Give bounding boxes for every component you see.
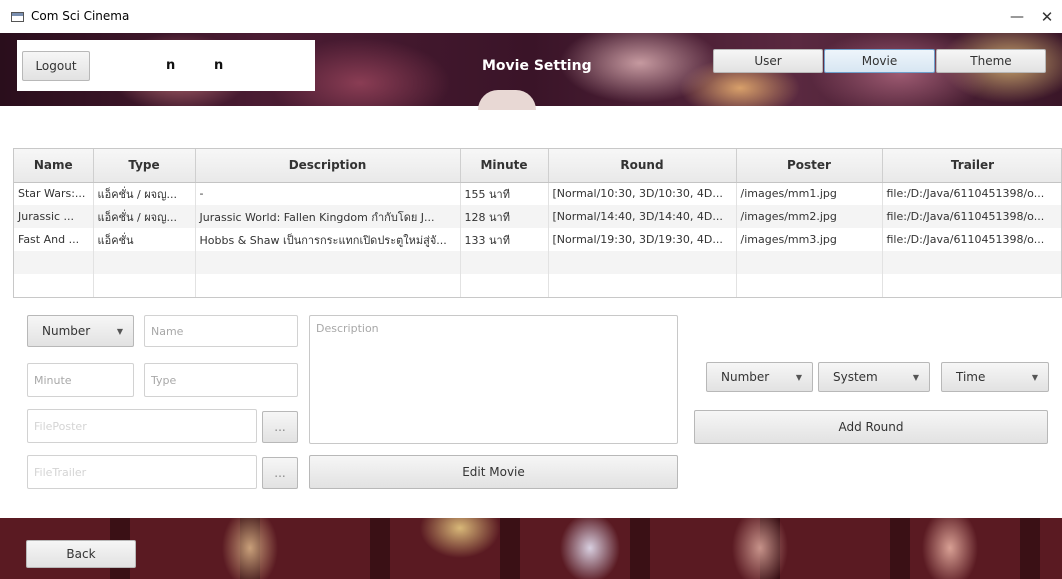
description-textarea[interactable] <box>316 322 671 437</box>
cell-round: [Normal/19:30, 3D/19:30, 4D... <box>548 228 737 251</box>
cell-name: Star Wars:... <box>14 182 94 205</box>
fileposter-field[interactable] <box>27 409 257 443</box>
minute-field[interactable] <box>27 363 134 397</box>
column-header-minute[interactable]: Minute <box>460 149 549 183</box>
cell-poster: /images/mm2.jpg <box>736 205 883 228</box>
banner-character-decoration <box>478 90 536 110</box>
column-header-name[interactable]: Name <box>14 149 94 183</box>
round-number-select[interactable]: Number ▼ <box>706 362 813 392</box>
system-select-value: System <box>833 370 878 384</box>
cell-minute: 128 นาที <box>460 205 549 228</box>
time-select-value: Time <box>956 370 986 384</box>
chevron-down-icon: ▼ <box>116 326 123 336</box>
browse-trailer-button[interactable]: ... <box>262 457 298 489</box>
column-header-description[interactable]: Description <box>195 149 461 183</box>
type-field[interactable] <box>144 363 298 397</box>
add-round-button[interactable]: Add Round <box>694 410 1048 444</box>
number-select[interactable]: Number ▼ <box>27 315 134 347</box>
filetrailer-field[interactable] <box>27 455 257 489</box>
cell-poster: /images/mm3.jpg <box>736 228 883 251</box>
page-title: Movie Setting <box>482 58 592 74</box>
cell-poster: /images/mm1.jpg <box>736 182 883 205</box>
fileposter-input[interactable] <box>34 419 250 433</box>
column-header-trailer[interactable]: Trailer <box>882 149 1061 183</box>
nav-theme-button[interactable]: Theme <box>936 49 1046 73</box>
window-title: Com Sci Cinema <box>31 9 130 23</box>
round-number-select-value: Number <box>721 370 770 384</box>
cell-type: แอ็คชั่น <box>93 228 196 251</box>
browse-poster-button[interactable]: ... <box>262 411 298 443</box>
table-row[interactable]: Jurassic ... แอ็คชั่น / ผจญ... Jurassic … <box>14 205 1061 228</box>
cell-minute: 133 นาที <box>460 228 549 251</box>
nav-user-button[interactable]: User <box>713 49 823 73</box>
cell-description: Hobbs & Shaw เป็นการกระแทกเปิดประตูใหม่ส… <box>195 228 461 251</box>
chevron-down-icon: ▼ <box>912 372 919 382</box>
table-row[interactable]: Star Wars:... แอ็คชั่น / ผจญ... - 155 นา… <box>14 182 1061 205</box>
number-select-value: Number <box>42 324 91 338</box>
minute-input[interactable] <box>34 373 127 387</box>
table-empty-row <box>14 251 1061 274</box>
movies-table[interactable]: Name Type Description Minute Round Poste… <box>13 148 1062 298</box>
table-row[interactable]: Fast And ... แอ็คชั่น Hobbs & Shaw เป็นก… <box>14 228 1061 251</box>
name-input[interactable] <box>151 324 291 338</box>
chevron-down-icon: ▼ <box>1031 372 1038 382</box>
cell-type: แอ็คชั่น / ผจญ... <box>93 205 196 228</box>
minimize-icon[interactable]: — <box>1002 6 1032 28</box>
description-field[interactable] <box>309 315 678 444</box>
user-last-name: n <box>214 58 224 73</box>
cell-minute: 155 นาที <box>460 182 549 205</box>
column-header-round[interactable]: Round <box>548 149 737 183</box>
cell-round: [Normal/14:40, 3D/14:40, 4D... <box>548 205 737 228</box>
table-empty-row <box>14 274 1061 297</box>
user-first-name: n <box>166 58 176 73</box>
cell-trailer: file:/D:/Java/6110451398/o... <box>882 205 1061 228</box>
cell-round: [Normal/10:30, 3D/10:30, 4D... <box>548 182 737 205</box>
table-header-row: Name Type Description Minute Round Poste… <box>14 149 1061 183</box>
column-header-type[interactable]: Type <box>93 149 196 183</box>
type-input[interactable] <box>151 373 291 387</box>
name-field[interactable] <box>144 315 298 347</box>
app-icon <box>11 12 24 22</box>
time-select[interactable]: Time ▼ <box>941 362 1049 392</box>
cell-type: แอ็คชั่น / ผจญ... <box>93 182 196 205</box>
footer-banner-image <box>0 518 1062 579</box>
edit-movie-button[interactable]: Edit Movie <box>309 455 678 489</box>
cell-trailer: file:/D:/Java/6110451398/o... <box>882 182 1061 205</box>
chevron-down-icon: ▼ <box>795 372 802 382</box>
back-button[interactable]: Back <box>26 540 136 568</box>
cell-name: Fast And ... <box>14 228 94 251</box>
cell-trailer: file:/D:/Java/6110451398/o... <box>882 228 1061 251</box>
close-icon[interactable]: ✕ <box>1030 6 1062 28</box>
system-select[interactable]: System ▼ <box>818 362 930 392</box>
cell-description: Jurassic World: Fallen Kingdom กำกับโดย … <box>195 205 461 228</box>
filetrailer-input[interactable] <box>34 465 250 479</box>
column-header-poster[interactable]: Poster <box>736 149 883 183</box>
nav-movie-button[interactable]: Movie <box>824 49 935 73</box>
cell-name: Jurassic ... <box>14 205 94 228</box>
logout-button[interactable]: Logout <box>22 51 90 81</box>
window-title-bar: Com Sci Cinema — ✕ <box>0 0 1062 33</box>
cell-description: - <box>195 182 461 205</box>
